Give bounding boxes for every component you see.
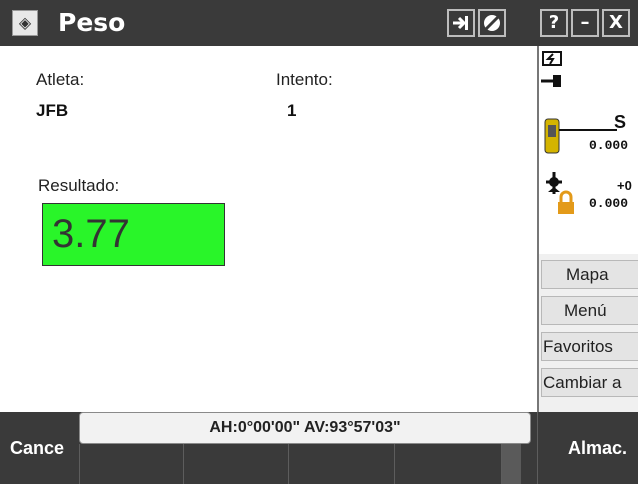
result-label: Resultado: [38,176,120,195]
title-bar: ◈ Peso ? – X [0,0,638,46]
softkey-3[interactable] [288,444,394,484]
athlete-value: JFB [36,101,69,120]
minimize-icon[interactable]: – [571,9,599,37]
instrument-status-panel: S 0.000 +0 0.000 [539,46,638,254]
station-label: S [614,112,627,132]
status-value-2: 0.000 [589,196,629,211]
main-panel: Atleta: JFB Intento: 1 Resultado: 3.77 [0,46,537,412]
attempt-value: 1 [287,101,297,120]
stop-icon[interactable] [478,9,506,37]
map-button[interactable]: Mapa [541,260,638,289]
target-lock-icon [546,172,574,214]
attempt-label: Intento: [276,70,333,89]
favorites-button[interactable]: Favoritos [541,332,638,361]
store-button[interactable]: Almac. [537,412,638,484]
athlete-label: Atleta: [36,70,85,89]
cancel-button[interactable]: Cance [0,412,79,484]
switch-to-button[interactable]: Cambiar a [541,368,638,397]
softkey-1[interactable] [79,444,183,484]
angle-readout: AH:0°00'00" AV:93°57'03" [79,412,531,444]
close-icon[interactable]: X [602,9,630,37]
softkey-4[interactable] [394,444,501,484]
softkey-scroll[interactable] [501,444,521,484]
result-field[interactable]: 3.77 [42,203,225,266]
battery-icon [541,51,562,87]
status-value-1: 0.000 [589,138,629,153]
softkey-2[interactable] [183,444,288,484]
window-title: Peso [58,8,126,37]
help-icon[interactable]: ? [540,9,568,37]
offset-label: +0 [617,178,632,193]
menu-button[interactable]: Menú [541,296,638,325]
signal-icon[interactable] [447,9,475,37]
sidebar: S 0.000 +0 0.000 Mapa Menú Favoritos Cam… [537,46,638,412]
app-icon[interactable]: ◈ [12,10,38,36]
